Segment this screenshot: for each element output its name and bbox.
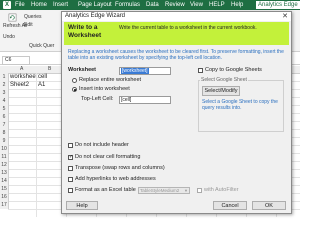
google-sheet-info-text: Select a Google Sheet to copy the query … [202,99,278,111]
transpose-checkbox[interactable] [68,166,73,171]
copy-google-sheets-label: Copy to Google Sheets [205,67,262,73]
copy-google-sheets-checkbox[interactable] [198,68,203,73]
table-style-select[interactable]: TableStyleMedium2 ▼ [138,187,190,194]
dialog-title: Analytics Edge Wizard [65,13,126,19]
replace-worksheet-label: Replace entire worksheet [79,77,142,83]
gridline [36,73,37,217]
cancel-button[interactable]: Cancel [213,201,247,210]
ok-button[interactable]: OK [252,201,286,210]
edit-button[interactable]: Edit [24,22,33,28]
tab-help[interactable]: Help [231,1,243,9]
table-style-value: TableStyleMedium2 [140,188,180,193]
hyperlinks-label: Add hyperlinks to web addresses [75,176,156,182]
queries-button[interactable]: Queries [24,14,42,20]
edit-label: Edit [24,22,33,28]
undo-label: Undo [3,34,15,40]
tab-data[interactable]: Data [146,1,159,9]
row-header[interactable]: 7 [0,121,9,129]
analytics-edge-wizard-dialog: Analytics Edge Wizard ✕ Write to a Works… [61,11,292,214]
chevron-down-icon: ▼ [184,188,188,193]
autofilter-checkbox[interactable] [197,188,202,193]
top-left-cell-label: Top-Left Cell: [81,96,114,102]
hyperlinks-checkbox[interactable] [68,177,73,182]
refresh-all-button[interactable]: Refresh All [3,13,27,29]
row-header[interactable]: 10 [0,145,9,153]
quick-queries-button[interactable]: Quick Quer [29,43,54,49]
cell-a[interactable]: Sheet2 [10,81,29,89]
tab-help-caps[interactable]: HELP [209,1,225,9]
cell-a[interactable]: worksheet [10,73,37,81]
no-clear-formatting-checkbox[interactable] [68,154,73,160]
column-header[interactable]: A [20,66,23,73]
tab-home[interactable]: Home [31,1,47,9]
row-header[interactable]: 9 [0,137,9,145]
refresh-icon [8,13,16,22]
quick-queries-label: Quick Quer [29,43,55,49]
banner-description: Write the current table to a worksheet i… [119,25,257,31]
row-header[interactable]: 15 [0,185,9,193]
tab-page-layout[interactable]: Page Layout [78,1,112,9]
format-table-checkbox[interactable] [68,188,73,193]
replace-warning-text: Replacing a worksheet causes the workshe… [68,49,284,61]
row-header[interactable]: 17 [0,201,9,209]
banner-title: Write to a Worksheet [68,24,102,39]
cell-b[interactable]: A1 [38,81,45,89]
tab-analytics-edge[interactable]: Analytics Edge [256,1,300,9]
transpose-label: Transpose (swap rows and columns) [75,165,165,171]
no-header-label: Do not include header [75,142,129,148]
select-modify-button[interactable]: Select/Modify [202,86,240,96]
tab-file[interactable]: File [15,1,25,9]
row-header[interactable]: 13 [0,169,9,177]
no-clear-formatting-label: Do not clear cell formatting [75,154,141,160]
worksheet-input[interactable]: [worksheet] [119,67,171,75]
function-banner: Write to a Worksheet Write the current t… [64,22,289,45]
row-header[interactable]: 11 [0,153,9,161]
undo-button[interactable]: Undo [3,34,15,40]
replace-worksheet-radio[interactable] [72,78,77,83]
row-header[interactable]: 1 [0,73,9,81]
close-icon[interactable]: ✕ [282,12,288,21]
no-header-checkbox[interactable] [68,143,73,148]
insert-worksheet-radio[interactable] [72,87,77,92]
row-header[interactable]: 14 [0,177,9,185]
google-sheet-group-title: Select Google Sheet [200,77,248,83]
row-header[interactable]: 4 [0,97,9,105]
row-header[interactable]: 12 [0,161,9,169]
name-box[interactable]: C6 [2,56,30,65]
queries-label: Queries [24,14,42,20]
row-header[interactable]: 6 [0,113,9,121]
dialog-titlebar: Analytics Edge Wizard ✕ [62,12,291,21]
row-header[interactable]: 3 [0,89,9,97]
tab-insert[interactable]: Insert [53,1,68,9]
column-header[interactable]: B [48,66,51,73]
tab-view[interactable]: View [190,1,203,9]
format-table-label: Format as an Excel table [75,187,136,193]
row-header[interactable]: 2 [0,81,9,89]
ribbon-tabs: File Home Insert Page Layout Formulas Da… [0,0,300,10]
row-header[interactable]: 8 [0,129,9,137]
insert-worksheet-label: Insert into worksheet [79,86,130,92]
worksheet-value: [worksheet] [121,68,149,74]
cell-b[interactable]: cell [38,73,47,81]
tab-formulas[interactable]: Formulas [115,1,140,9]
row-header[interactable]: 16 [0,193,9,201]
worksheet-label: Worksheet [68,67,97,73]
autofilter-label: with AutoFilter [204,187,239,193]
row-header[interactable]: 5 [0,105,9,113]
help-button[interactable]: Help [66,201,98,210]
top-left-cell-input[interactable]: [cell] [119,96,171,104]
tab-review[interactable]: Review [165,1,185,9]
